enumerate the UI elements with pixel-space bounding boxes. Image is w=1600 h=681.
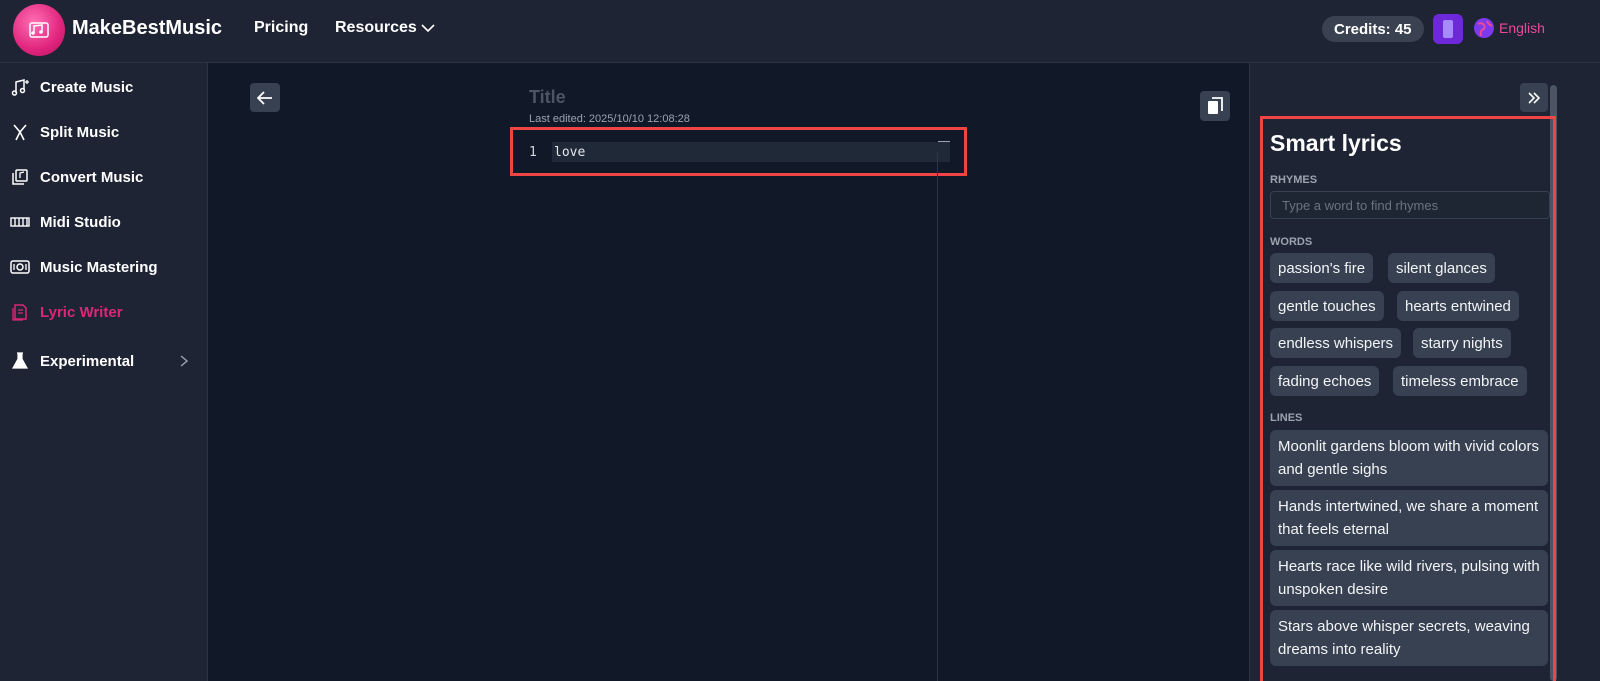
sidebar-item-label: Split Music (40, 123, 120, 141)
word-chip[interactable]: fading echoes (1270, 366, 1380, 396)
sidebar-item-create-music[interactable]: Create Music (10, 72, 200, 102)
rhyme-search-input[interactable] (1270, 191, 1550, 219)
mastering-icon (10, 257, 30, 277)
language-label: English (1499, 20, 1545, 36)
double-chevron-right-icon (1528, 91, 1541, 104)
sidebar-item-label: Midi Studio (40, 213, 121, 231)
line-text[interactable]: love (552, 142, 950, 162)
sidebar-item-label: Experimental (40, 352, 135, 370)
sidebar-item-label: Music Mastering (40, 258, 158, 276)
collapse-panel-button[interactable] (1520, 83, 1548, 112)
smart-lyrics-title: Smart lyrics (1270, 130, 1402, 156)
nav-pricing[interactable]: Pricing (254, 19, 308, 37)
smart-lyrics-panel: Smart lyrics RHYMES WORDS passion's fire… (1249, 63, 1600, 681)
copy-icon (1208, 97, 1223, 114)
line-suggestion[interactable]: Hearts race like wild rivers, pulsing wi… (1270, 550, 1548, 606)
lines-label: LINES (1270, 412, 1303, 424)
arrow-left-icon (257, 90, 272, 105)
avatar-glyph (1443, 20, 1453, 38)
line-suggestion[interactable]: Stars above whisper secrets, weaving dre… (1270, 610, 1548, 666)
logo[interactable] (13, 4, 65, 56)
lyric-title-input[interactable]: Title (529, 87, 566, 108)
words-label: WORDS (1270, 236, 1313, 248)
sidebar: Create Music Split Music Convert Music M… (0, 63, 208, 681)
nav-resources[interactable]: Resources (335, 19, 435, 37)
sidebar-item-label: Lyric Writer (40, 303, 123, 321)
editor-line[interactable]: 1 love (524, 142, 950, 162)
globe-icon (1474, 18, 1494, 38)
line-suggestion[interactable]: Hands intertwined, we share a moment tha… (1270, 490, 1548, 546)
sidebar-item-convert-music[interactable]: Convert Music (10, 162, 200, 192)
midi-icon (10, 212, 30, 232)
split-icon (10, 122, 30, 142)
line-suggestion[interactable]: Moonlit gardens bloom with vivid colors … (1270, 430, 1548, 486)
sidebar-item-experimental[interactable]: Experimental (10, 346, 200, 376)
editor-minimize-mark (938, 141, 950, 142)
line-number: 1 (529, 144, 537, 160)
sidebar-item-label: Create Music (40, 78, 134, 96)
editor-margin-line (937, 151, 938, 681)
avatar[interactable] (1433, 14, 1463, 44)
music-note-plus-icon (10, 77, 30, 97)
brand-name[interactable]: MakeBestMusic (72, 17, 222, 40)
chevron-right-icon (180, 355, 188, 367)
sidebar-item-music-mastering[interactable]: Music Mastering (10, 252, 200, 282)
word-chip[interactable]: starry nights (1413, 328, 1511, 358)
flask-icon (10, 351, 30, 371)
word-chip[interactable]: timeless embrace (1393, 366, 1527, 396)
word-chip[interactable]: endless whispers (1270, 328, 1402, 358)
back-button[interactable] (250, 83, 280, 112)
word-chip[interactable]: hearts entwined (1397, 291, 1519, 321)
word-chip[interactable]: gentle touches (1270, 291, 1384, 321)
sidebar-item-label: Convert Music (40, 168, 144, 186)
word-chip[interactable]: passion's fire (1270, 253, 1374, 283)
word-chip[interactable]: silent glances (1388, 253, 1495, 283)
lyric-icon (10, 302, 30, 322)
sidebar-item-lyric-writer[interactable]: Lyric Writer (10, 297, 200, 327)
credits-badge[interactable]: Credits: 45 (1322, 16, 1424, 42)
chevron-down-icon (421, 24, 435, 33)
top-bar: MakeBestMusic Pricing Resources Credits:… (0, 0, 1600, 63)
sidebar-item-midi-studio[interactable]: Midi Studio (10, 207, 200, 237)
convert-icon (10, 167, 30, 187)
sidebar-item-split-music[interactable]: Split Music (10, 117, 200, 147)
rhymes-label: RHYMES (1270, 174, 1318, 186)
logo-music-icon (29, 22, 49, 38)
language-selector[interactable]: English (1473, 17, 1545, 39)
copy-button[interactable] (1200, 91, 1230, 121)
last-edited-timestamp: Last edited: 2025/10/10 12:08:28 (529, 113, 690, 125)
editor-area: Title Last edited: 2025/10/10 12:08:28 1… (208, 63, 1249, 681)
nav-resources-label: Resources (335, 19, 417, 36)
